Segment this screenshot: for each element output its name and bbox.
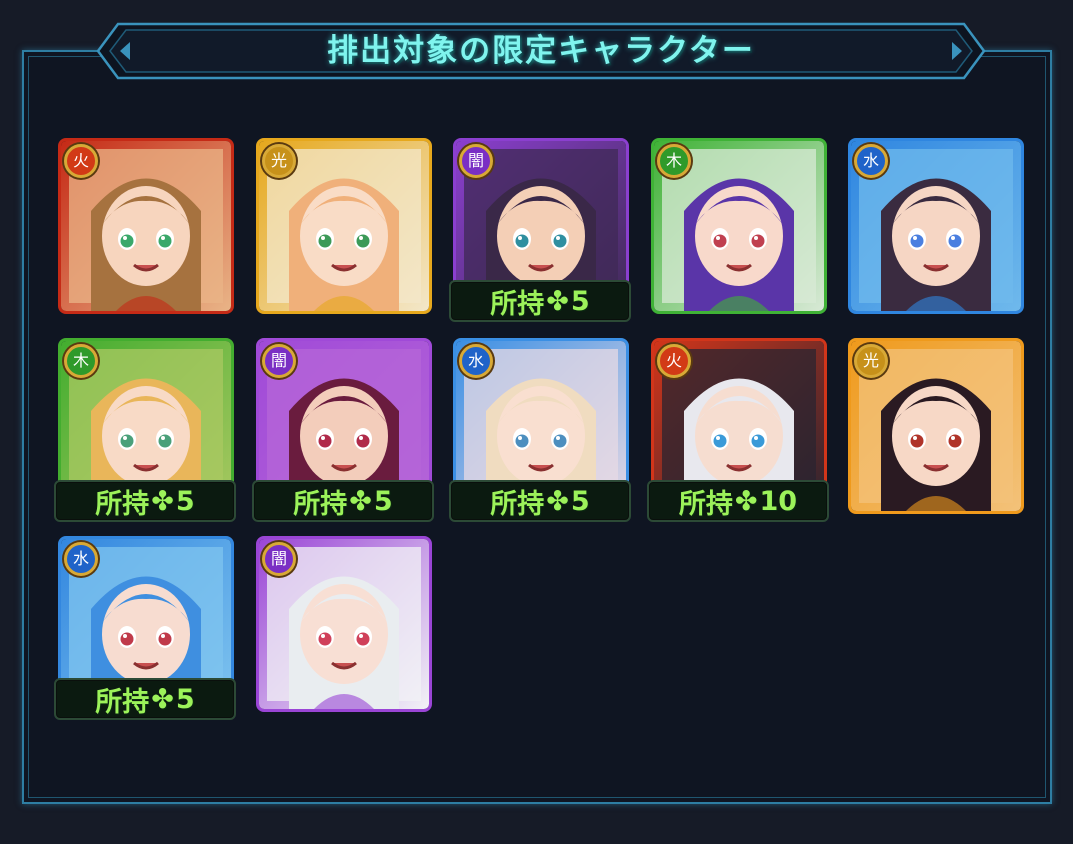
owned-count: 5 — [570, 285, 590, 317]
character-card[interactable]: 木 — [651, 138, 827, 314]
owned-label: 所持 — [490, 488, 545, 520]
owned-count-badge: 所持 ✤ 10 — [647, 480, 829, 522]
owned-count: 10 — [759, 485, 798, 517]
character-card[interactable]: 水所持 ✤ 5 — [449, 338, 631, 522]
light-icon: 光 — [262, 144, 296, 178]
character-card[interactable]: 光 — [256, 138, 432, 314]
character-card[interactable]: 闇所持 ✤ 5 — [252, 338, 434, 522]
owned-count-badge: 所持 ✤ 5 — [54, 480, 236, 522]
owned-count-badge: 所持 ✤ 5 — [449, 280, 631, 322]
owned-label: 所持 — [95, 488, 150, 520]
owned-label: 所持 — [293, 488, 348, 520]
dark-icon: 闇 — [459, 144, 493, 178]
owned-count: 5 — [175, 485, 195, 517]
fire-icon: 火 — [64, 144, 98, 178]
owned-count-badge: 所持 ✤ 5 — [54, 678, 236, 720]
clover-icon: ✤ — [734, 485, 758, 517]
character-card[interactable]: 水所持 ✤ 5 — [54, 536, 236, 720]
water-icon: 水 — [64, 542, 98, 576]
character-card[interactable]: 木所持 ✤ 5 — [54, 338, 236, 522]
character-card[interactable]: 水 — [848, 138, 1024, 314]
owned-label: 所持 — [95, 686, 150, 718]
dark-icon: 闇 — [262, 542, 296, 576]
clover-icon: ✤ — [546, 485, 569, 517]
owned-count: 5 — [175, 683, 195, 715]
water-icon: 水 — [854, 144, 888, 178]
clover-icon: ✤ — [349, 485, 372, 517]
owned-label: 所持 — [490, 288, 545, 320]
character-card[interactable]: 闇 — [256, 536, 432, 712]
owned-count-badge: 所持 ✤ 5 — [252, 480, 434, 522]
clover-icon: ✤ — [151, 683, 174, 715]
owned-label: 所持 — [678, 488, 733, 520]
dark-icon: 闇 — [262, 344, 296, 378]
water-icon: 水 — [459, 344, 493, 378]
owned-count: 5 — [570, 485, 590, 517]
fire-icon: 火 — [657, 344, 691, 378]
character-card[interactable]: 火所持 ✤ 10 — [647, 338, 829, 522]
character-grid: 火 光 闇所持 ✤ 5 木 水 木 所持 ✤ 5 闇 所持 ✤ 5 水 所持 ✤… — [0, 0, 1073, 844]
wood-icon: 木 — [64, 344, 98, 378]
wood-icon: 木 — [657, 144, 691, 178]
clover-icon: ✤ — [546, 285, 569, 317]
character-card[interactable]: 闇所持 ✤ 5 — [449, 138, 631, 322]
character-card[interactable]: 光 — [848, 338, 1024, 514]
character-card[interactable]: 火 — [58, 138, 234, 314]
owned-count-badge: 所持 ✤ 5 — [449, 480, 631, 522]
owned-count: 5 — [373, 485, 393, 517]
light-icon: 光 — [854, 344, 888, 378]
clover-icon: ✤ — [151, 485, 174, 517]
